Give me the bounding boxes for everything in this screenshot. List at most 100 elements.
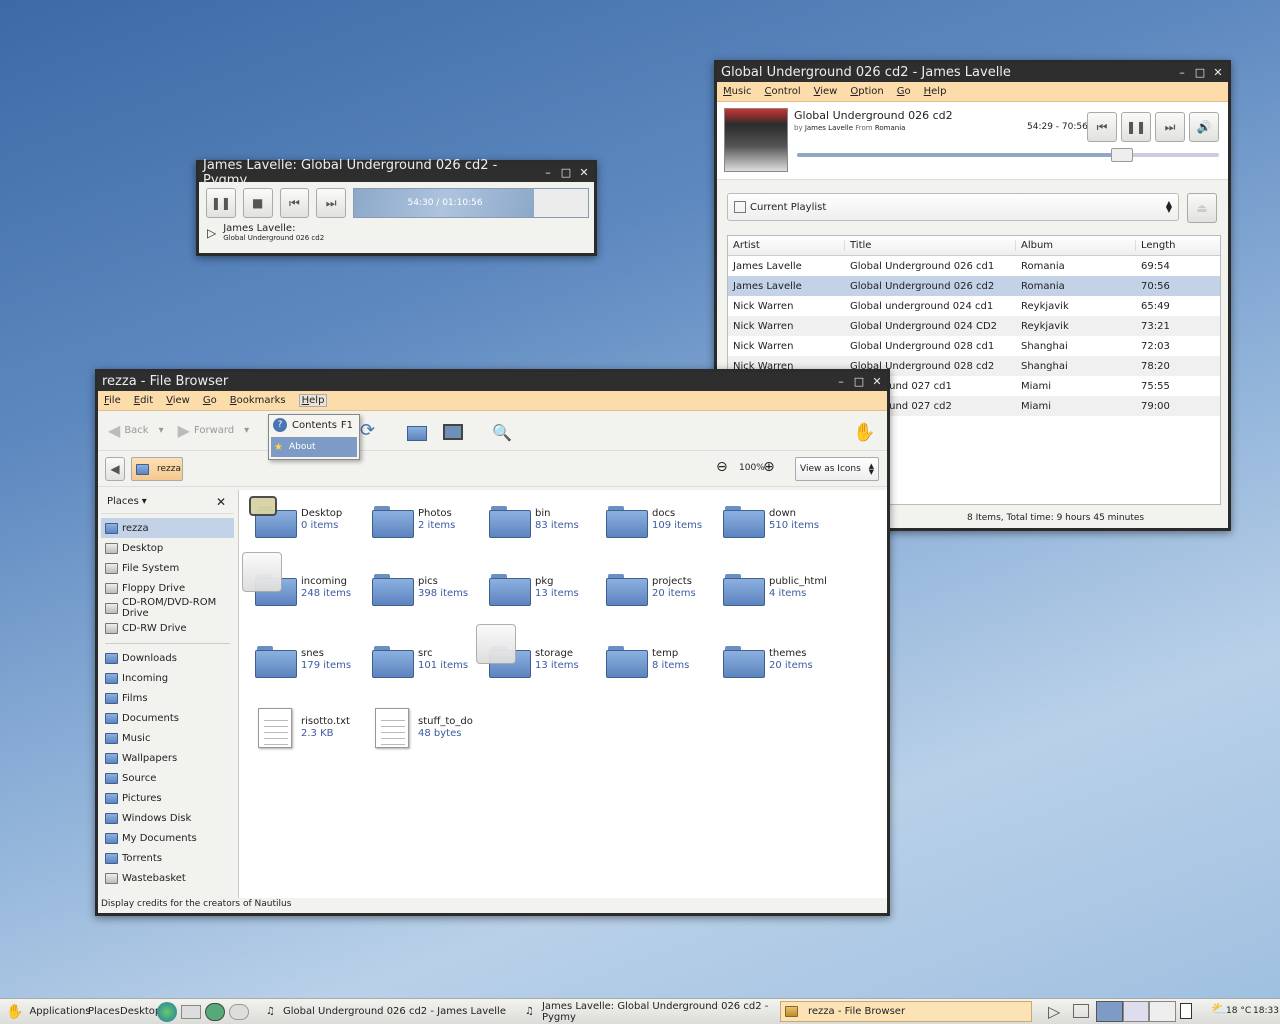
browser-launcher-icon[interactable] (157, 1002, 177, 1022)
taskbar-task-browser[interactable]: rezza - File Browser (780, 1001, 1032, 1022)
desktop-show-icon[interactable] (1180, 1003, 1192, 1019)
table-row[interactable]: James Lavelle Global Underground 026 cd2 R… (728, 276, 1220, 296)
menu-view[interactable]: View (166, 395, 190, 406)
sidebar-item[interactable]: CD-RW Drive (101, 618, 234, 638)
workspace-1[interactable] (1096, 1001, 1123, 1022)
sidebar-mode-label[interactable]: Places (107, 496, 139, 507)
sidebar-item[interactable]: Downloads (101, 648, 234, 668)
menu-help[interactable]: Help (298, 394, 328, 407)
close-icon[interactable]: ✕ (578, 166, 590, 179)
table-row[interactable]: Nick Warren Global Underground 024 CD2 Rey… (728, 316, 1220, 336)
menu-bookmarks[interactable]: Bookmarks (230, 395, 286, 406)
pause-button[interactable]: ❚❚ (206, 188, 236, 218)
sidebar-item[interactable]: Pictures (101, 788, 234, 808)
menu-view[interactable]: View (814, 86, 838, 97)
column-album[interactable]: Album (1016, 240, 1136, 251)
file-item[interactable]: themes 20 items (723, 644, 813, 678)
minimize-icon[interactable]: – (835, 375, 847, 388)
menu-go[interactable]: Go (203, 395, 217, 406)
menu-control[interactable]: Control (764, 86, 800, 97)
taskbar-task-pygmy[interactable]: ♫ James Lavelle: Global Underground 026 … (525, 1001, 775, 1023)
table-row[interactable]: James Lavelle Global Underground 026 cd1 R… (728, 256, 1220, 276)
table-row[interactable]: Nick Warren Global Underground 028 cd1 Sha… (728, 336, 1220, 356)
maximize-icon[interactable]: □ (853, 375, 865, 388)
search-icon[interactable]: 🔍 (492, 423, 512, 442)
table-row[interactable]: Nick Warren Global underground 024 cd1 Rey… (728, 296, 1220, 316)
chevron-down-icon[interactable]: ▾ (159, 425, 164, 436)
maximize-icon[interactable]: □ (1194, 66, 1206, 79)
next-button[interactable]: ⏭ (316, 188, 347, 218)
menu-edit[interactable]: Edit (134, 395, 153, 406)
places-menu[interactable]: Places (88, 1001, 120, 1022)
workspace-switcher[interactable] (1096, 1001, 1177, 1022)
close-sidebar-icon[interactable]: ✕ (216, 495, 226, 509)
menu-option[interactable]: Option (850, 86, 883, 97)
seek-handle[interactable] (1110, 148, 1133, 162)
sidebar-item[interactable]: Desktop (101, 538, 234, 558)
file-item[interactable]: docs 109 items (606, 504, 702, 538)
workspace-2[interactable] (1122, 1001, 1150, 1022)
mail-launcher-icon[interactable] (181, 1005, 201, 1019)
help-about-item[interactable]: ★ About (271, 437, 357, 457)
help-contents-item[interactable]: ? Contents F1 (269, 415, 359, 435)
file-item[interactable]: temp 8 items (606, 644, 689, 678)
column-title[interactable]: Title (845, 240, 1016, 251)
minimize-icon[interactable]: – (1176, 66, 1188, 79)
file-item[interactable]: stuff_to_do 48 bytes (372, 708, 473, 748)
volume-button[interactable]: 🔊 (1189, 112, 1219, 142)
zoom-in-icon[interactable]: ⊕ (763, 459, 775, 475)
back-arrow-icon[interactable]: ◀ (108, 421, 120, 440)
clock[interactable]: 18:33 (1253, 1006, 1279, 1016)
menu-file[interactable]: File (104, 395, 121, 406)
sidebar-item[interactable]: CD-ROM/DVD-ROM Drive (101, 597, 234, 619)
close-icon[interactable]: ✕ (1212, 66, 1224, 79)
menu-go[interactable]: Go (897, 86, 911, 97)
play-icon[interactable]: ▷ (1048, 1002, 1060, 1021)
eject-button[interactable]: ⏏ (1187, 193, 1217, 223)
file-item[interactable]: pkg 13 items (489, 572, 579, 606)
close-icon[interactable]: ✕ (871, 375, 883, 388)
sidebar-item[interactable]: Documents (101, 708, 234, 728)
file-item[interactable]: pics 398 items (372, 572, 468, 606)
file-item[interactable]: bin 83 items (489, 504, 579, 538)
computer-icon[interactable] (443, 424, 463, 440)
window-list-icon[interactable] (1073, 1004, 1089, 1018)
minimize-icon[interactable]: – (542, 166, 554, 179)
path-back-button[interactable]: ◀ (105, 457, 125, 481)
previous-button[interactable]: ⏮ (279, 188, 310, 218)
menu-help[interactable]: Help (924, 86, 947, 97)
sidebar-item[interactable]: Windows Disk (101, 808, 234, 828)
expand-triangle-icon[interactable]: ▷ (207, 226, 216, 240)
file-item[interactable]: src 101 items (372, 644, 468, 678)
sidebar-item[interactable]: Wastebasket (101, 868, 234, 888)
chevron-down-icon[interactable]: ▾ (244, 425, 249, 436)
zoom-out-icon[interactable]: ⊖ (716, 459, 728, 475)
menu-music[interactable]: Music (723, 86, 751, 97)
taskbar-task-player[interactable]: ♫ Global Underground 026 cd2 - James Lav… (266, 1001, 516, 1022)
file-item[interactable]: risotto.txt 2.3 KB (255, 708, 350, 748)
file-item[interactable]: down 510 items (723, 504, 819, 538)
next-button[interactable]: ⏭ (1155, 112, 1185, 142)
view-as-select[interactable]: View as Icons ▲ ▼ (795, 457, 879, 481)
sidebar-item[interactable]: Music (101, 728, 234, 748)
sidebar-item[interactable]: Wallpapers (101, 748, 234, 768)
chevron-down-icon[interactable]: ▾ (142, 496, 147, 507)
sidebar-item[interactable]: My Documents (101, 828, 234, 848)
maximize-icon[interactable]: □ (560, 166, 572, 179)
back-button[interactable]: Back (124, 425, 148, 436)
playlist-selector[interactable]: Current Playlist ▲ ▼ (727, 193, 1179, 221)
pygmy-titlebar[interactable]: James Lavelle: Global Underground 026 cd… (199, 158, 594, 188)
applications-menu[interactable]: ✋ Applications (6, 1001, 91, 1022)
reload-icon[interactable]: ⟳ (360, 420, 375, 441)
sidebar-item[interactable]: rezza (101, 518, 234, 538)
sidebar-item[interactable]: File System (101, 558, 234, 578)
browser-titlebar[interactable]: rezza - File Browser – □ ✕ (98, 372, 887, 391)
forward-button[interactable]: Forward (194, 425, 234, 436)
sidebar-item[interactable]: Incoming (101, 668, 234, 688)
previous-button[interactable]: ⏮ (1087, 112, 1117, 142)
chat-launcher-icon[interactable] (229, 1004, 249, 1020)
file-item[interactable]: snes 179 items (255, 644, 351, 678)
sidebar-item[interactable]: Torrents (101, 848, 234, 868)
disk-launcher-icon[interactable] (205, 1003, 225, 1021)
progress-bar[interactable]: 54:30 / 01:10:56 (353, 188, 590, 218)
